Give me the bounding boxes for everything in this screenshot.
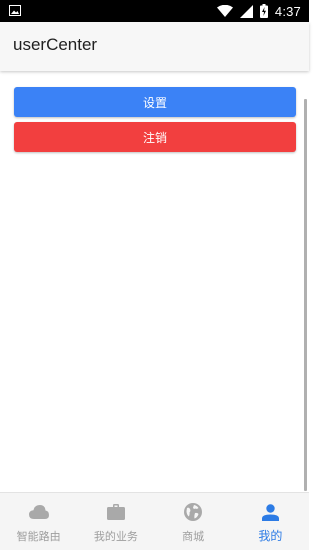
page-title: userCenter xyxy=(13,35,98,54)
status-bar: 4:37 xyxy=(0,0,309,22)
nav-label: 商城 xyxy=(182,530,205,543)
nav-label: 我的业务 xyxy=(93,530,138,543)
scrollbar[interactable] xyxy=(304,99,307,491)
nav-item-my-business[interactable]: 我的业务 xyxy=(77,493,154,550)
bottom-navigation: 智能路由 我的业务 商城 我的 xyxy=(0,492,309,550)
app-bar: userCenter xyxy=(0,22,309,71)
nav-label: 我的 xyxy=(258,529,283,543)
settings-button[interactable]: 设置 xyxy=(14,87,296,117)
cloud-icon xyxy=(28,503,49,521)
user-center-content: 设置 注销 xyxy=(0,71,309,492)
nav-item-mall[interactable]: 商城 xyxy=(155,493,232,550)
nav-label: 智能路由 xyxy=(16,530,61,543)
logout-button[interactable]: 注销 xyxy=(14,122,296,152)
battery-charging-icon xyxy=(259,4,268,18)
screen: 4:37 userCenter 设置 注销 智能路由 我的业务 商城 我的 xyxy=(0,0,309,550)
clock: 4:37 xyxy=(274,3,301,19)
signal-icon xyxy=(239,4,253,18)
wifi-icon xyxy=(216,5,233,17)
image-notification-icon xyxy=(9,5,21,16)
nav-item-smart-router[interactable]: 智能路由 xyxy=(0,493,77,550)
briefcase-icon xyxy=(106,503,126,521)
person-icon xyxy=(260,503,280,521)
globe-icon xyxy=(183,503,203,521)
nav-item-mine[interactable]: 我的 xyxy=(232,493,309,550)
